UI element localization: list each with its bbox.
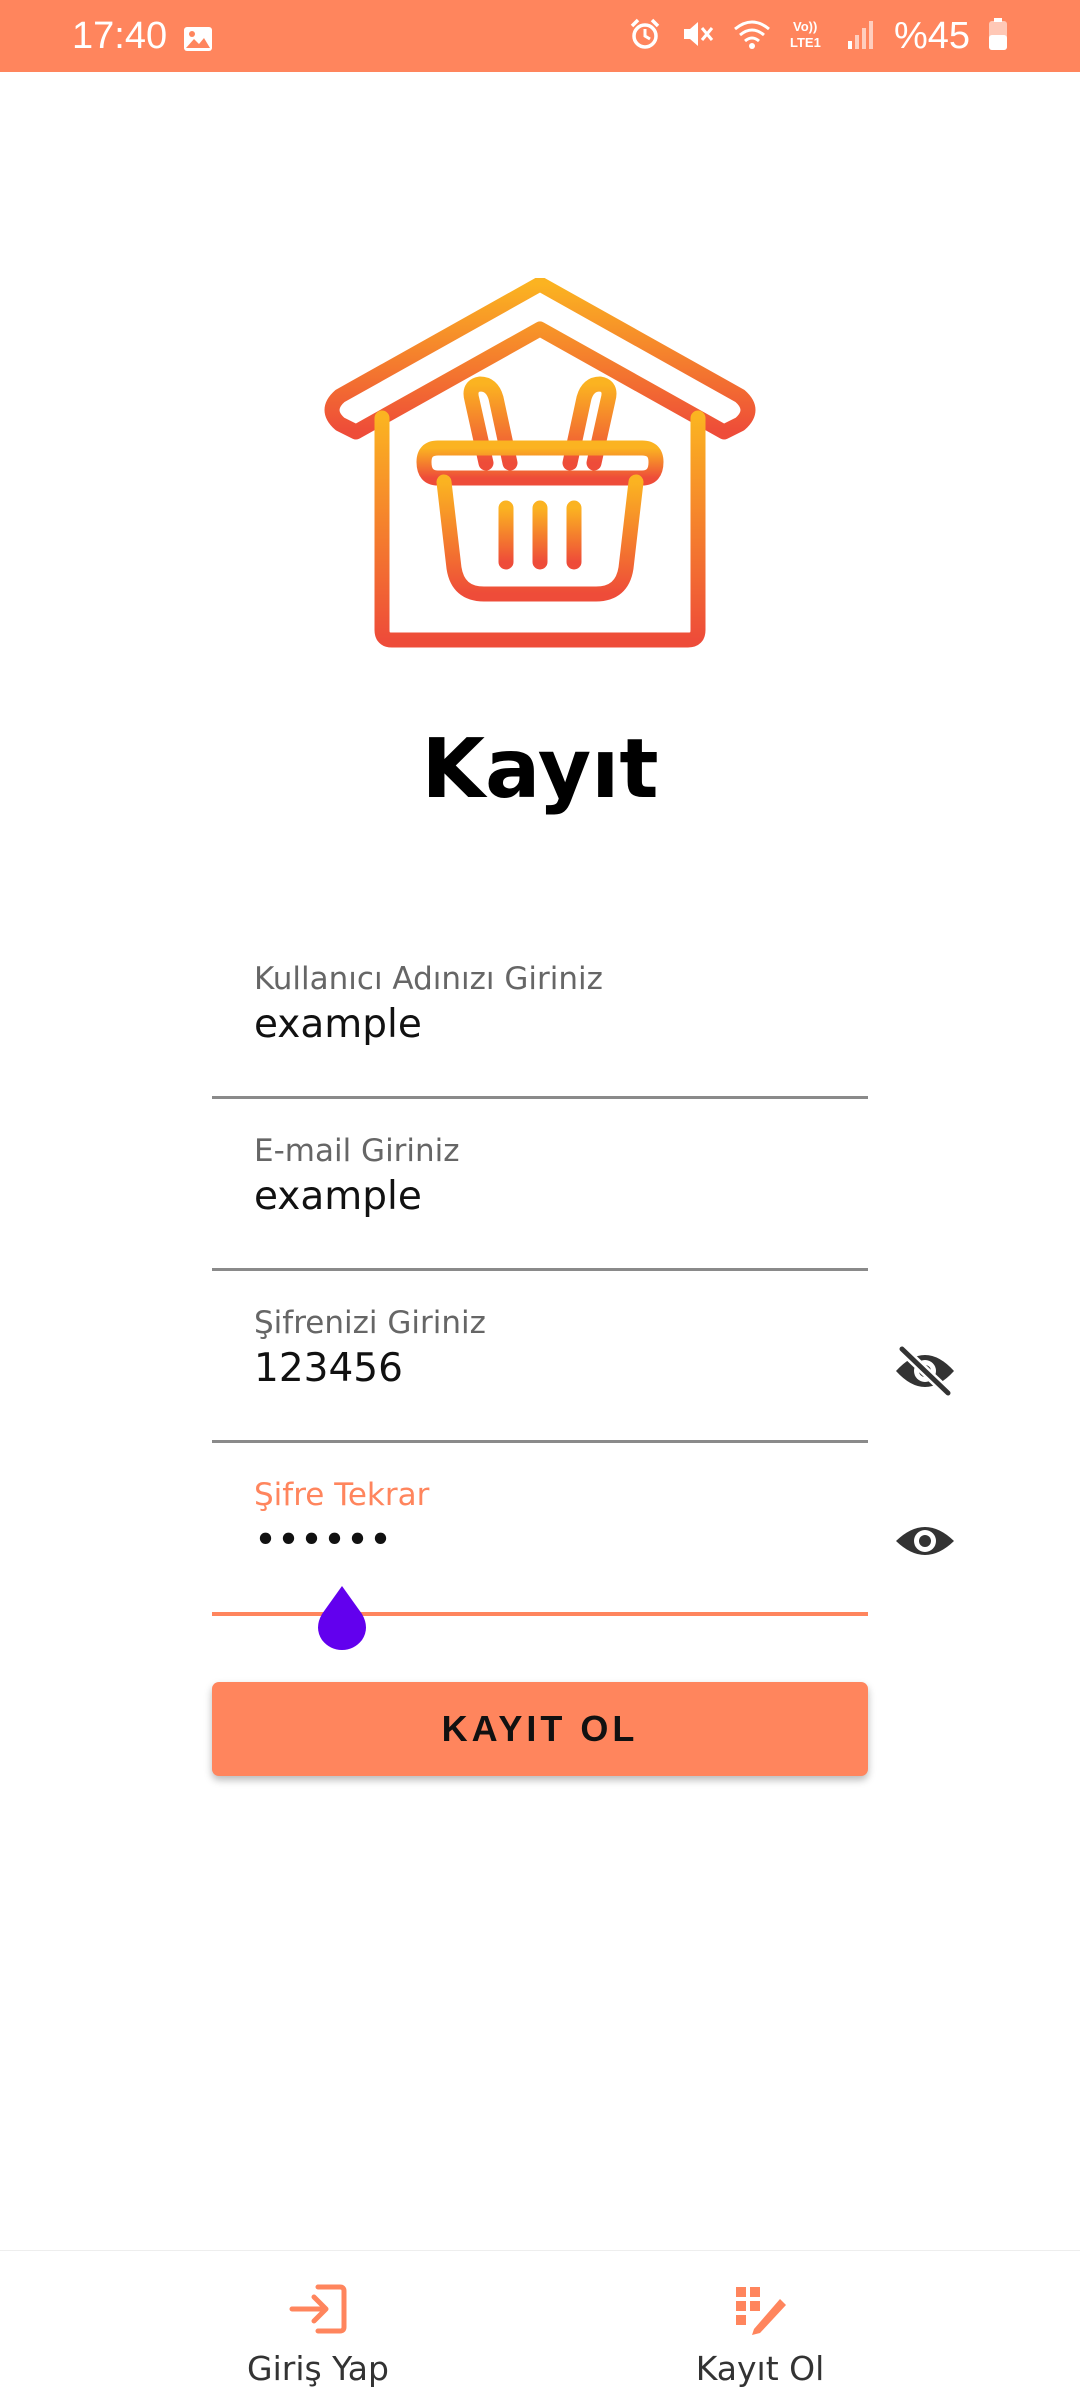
- page-title: Kayıt: [421, 722, 659, 817]
- register-button[interactable]: KAYIT OL: [212, 1682, 868, 1776]
- password-repeat-label: Şifre Tekrar: [254, 1477, 430, 1513]
- username-input[interactable]: example: [254, 1000, 422, 1050]
- password-repeat-visibility-toggle[interactable]: [890, 1506, 960, 1576]
- app-logo: [320, 276, 760, 652]
- email-field[interactable]: E-mail Giriniz example: [212, 1132, 868, 1271]
- password-repeat-field[interactable]: Şifre Tekrar ••••••: [212, 1476, 868, 1616]
- bottom-navigation: Giriş Yap Kayıt Ol: [0, 2250, 1080, 2401]
- wifi-icon: [732, 17, 772, 56]
- password-label: Şifrenizi Giriniz: [254, 1305, 486, 1341]
- status-time: 17:40: [72, 15, 168, 57]
- password-repeat-input[interactable]: ••••••: [254, 1516, 392, 1566]
- shopping-basket-home-icon: [324, 276, 756, 648]
- password-visibility-toggle[interactable]: [890, 1336, 960, 1406]
- nav-item-register[interactable]: Kayıt Ol: [490, 2251, 1030, 2401]
- email-input[interactable]: example: [254, 1172, 422, 1222]
- password-field[interactable]: Şifrenizi Giriniz 123456: [212, 1304, 868, 1443]
- battery-icon: [988, 17, 1008, 56]
- svg-text:Vo)): Vo)): [793, 19, 817, 34]
- username-label: Kullanıcı Adınızı Giriniz: [254, 961, 603, 997]
- email-label: E-mail Giriniz: [254, 1133, 460, 1169]
- password-input[interactable]: 123456: [254, 1344, 403, 1394]
- eye-off-icon: [896, 1345, 954, 1397]
- nav-label-register: Kayıt Ol: [695, 2349, 825, 2388]
- username-field[interactable]: Kullanıcı Adınızı Giriniz example: [212, 960, 868, 1099]
- status-bar: 17:40 Vo)) LTE1 %45: [0, 0, 1080, 72]
- mute-icon: [680, 17, 714, 56]
- cursor-handle-icon: [318, 1586, 366, 1650]
- text-cursor-handle[interactable]: [312, 1584, 372, 1654]
- eye-icon: [896, 1527, 954, 1555]
- register-icon: [732, 2283, 788, 2340]
- signal-icon: [846, 17, 876, 56]
- alarm-icon: [628, 17, 662, 56]
- battery-percent: %45: [893, 15, 970, 57]
- login-icon: [288, 2283, 348, 2340]
- gallery-icon: [183, 26, 213, 57]
- volte-icon: Vo)) LTE1: [790, 17, 828, 56]
- status-icons: Vo)) LTE1 %45: [628, 14, 1008, 58]
- svg-text:LTE1: LTE1: [790, 35, 821, 50]
